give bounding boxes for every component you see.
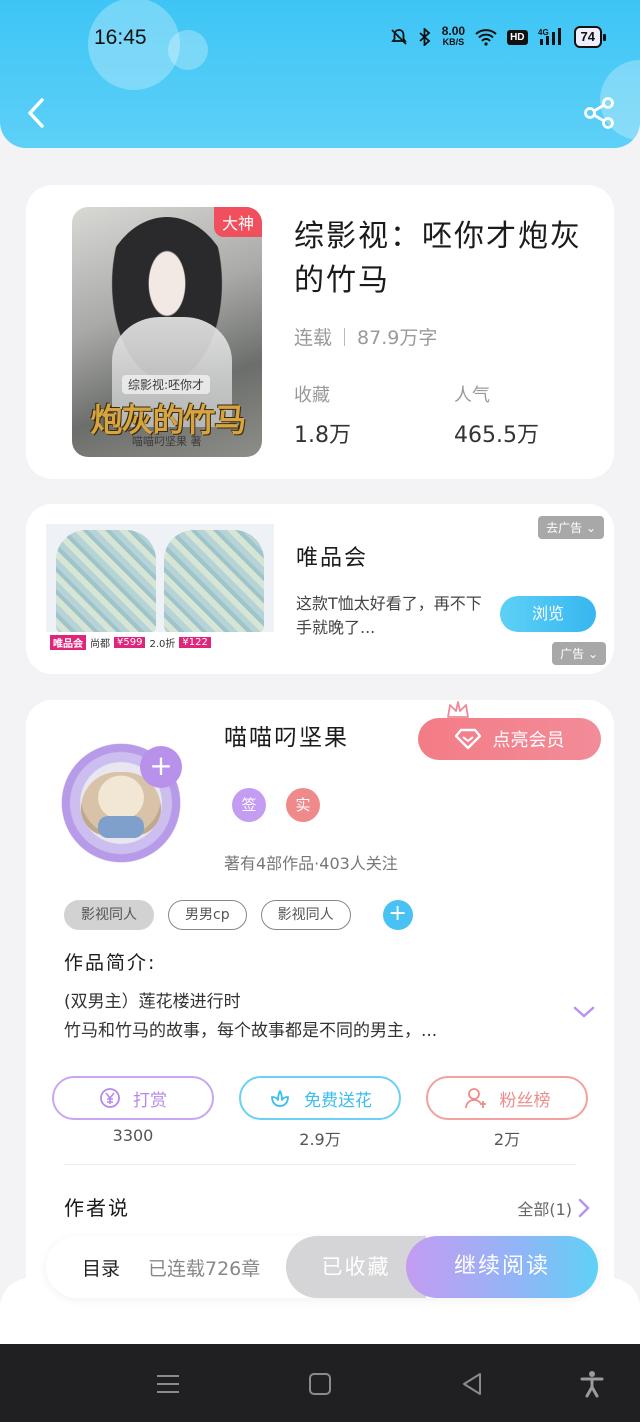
fans-count: 2万 [493, 1130, 521, 1149]
reading-bar: 目录 已连载726章 已收藏 继续阅读 [46, 1236, 598, 1298]
tag-item[interactable]: 男男cp [168, 900, 247, 930]
continue-reading-button[interactable]: 继续阅读 [406, 1236, 598, 1298]
ad-img-sale-price: ¥122 [179, 636, 211, 648]
intro-title: 作品简介: [64, 952, 157, 974]
ad-description: 这款T恤太好看了，再不下手就晚了... [296, 594, 482, 637]
vip-label: 点亮会员 [492, 730, 565, 751]
view-all-link[interactable]: 全部(1) [517, 1196, 590, 1220]
favorites-label: 收藏 [294, 385, 330, 406]
hd-badge: HD [507, 29, 528, 45]
chapter-count: 已连载726章 [148, 1258, 261, 1280]
svg-text:4G: 4G [538, 28, 549, 37]
tag-item[interactable]: 影视同人 [260, 900, 351, 930]
popularity-stat: 人气 465.5万 [454, 381, 539, 449]
vip-button[interactable]: 点亮会员 [418, 718, 601, 760]
ad-label[interactable]: 广告 ⌄ [552, 642, 606, 665]
ad-img-price: ¥599 [114, 636, 146, 648]
ad-brand: 唯品会 [296, 546, 369, 571]
bluetooth-icon [419, 28, 431, 46]
wifi-icon [475, 29, 497, 46]
free-flower-button[interactable]: 免费送花 [239, 1076, 401, 1120]
tag-item[interactable]: 影视同人 [64, 900, 154, 930]
share-icon[interactable] [582, 96, 616, 130]
cover-author: 喵喵叼坚果 著 [132, 435, 202, 448]
view-all-label: 全部(1) [517, 1200, 572, 1219]
status-time: 16:45 [94, 26, 147, 49]
fans-label: 粉丝榜 [499, 1090, 551, 1111]
ad-img-shop: 尚都 [90, 638, 110, 650]
chevron-right-icon [578, 1198, 590, 1218]
network-speed: 8.00 KB/S [441, 24, 466, 47]
book-title: 综影视：呸你才炮灰的竹马 [294, 219, 582, 298]
favorites-value: 1.8万 [294, 423, 351, 448]
flower-icon [271, 1090, 289, 1107]
back-triangle-icon[interactable] [458, 1370, 486, 1398]
popularity-value: 465.5万 [454, 423, 539, 448]
favorites-stat: 收藏 1.8万 [294, 381, 351, 449]
ad-image-strip: 唯品会 尚都 ¥599 2.0折 ¥122 [46, 632, 274, 652]
home-icon[interactable] [306, 1370, 334, 1398]
intro-text: (双男主）莲花楼进行时 竹马和竹马的故事，每个故事都是不同的男主，... [64, 988, 564, 1046]
book-meta: 连载 87.9万字 [294, 323, 437, 350]
ad-shirt-left [56, 530, 156, 634]
remove-ad-button[interactable]: 去广告 ⌄ [538, 516, 604, 539]
menu-icon[interactable] [154, 1370, 182, 1398]
flower-label: 免费送花 [304, 1090, 372, 1111]
yuan-coin-icon [100, 1088, 120, 1108]
reward-count: 3300 [112, 1126, 154, 1145]
author-name: 喵喵叼坚果 [224, 725, 349, 751]
ad-browse-button[interactable]: 浏览 [500, 596, 596, 632]
accessibility-icon[interactable] [578, 1370, 606, 1398]
back-icon[interactable] [22, 94, 52, 132]
diamond-icon [454, 728, 481, 750]
intro-line: 竹马和竹马的故事，每个故事都是不同的男主，... [64, 1021, 438, 1041]
tag-list: 影视同人 男男cp 影视同人 + [64, 900, 413, 930]
author-say-title: 作者说 [64, 1196, 130, 1220]
cover-badge: 大神 [213, 207, 262, 237]
decor-bubble [168, 30, 208, 70]
meta-divider [344, 327, 346, 346]
avatar-bow [98, 816, 144, 838]
toc-button[interactable]: 目录 [82, 1254, 120, 1281]
word-count: 87.9万字 [357, 327, 438, 349]
ad-image[interactable]: 唯品会 尚都 ¥599 2.0折 ¥122 [46, 524, 274, 652]
ad-img-brand: 唯品会 [50, 634, 86, 650]
mute-bell-icon [390, 29, 407, 45]
intro-line: (双男主）莲花楼进行时 [64, 992, 241, 1012]
user-icon [464, 1088, 486, 1109]
system-nav-bar [0, 1344, 640, 1422]
status-icons: 8.00 KB/S HD 4G 74 [390, 24, 607, 48]
ad-shirt-right [164, 530, 264, 634]
popularity-label: 人气 [454, 385, 490, 406]
add-tag-button[interactable]: + [382, 900, 413, 930]
ad-card[interactable]: 唯品会 尚都 ¥599 2.0折 ¥122 唯品会 这款T恤太好看了，再不下手就… [26, 504, 614, 674]
header: 16:45 8.00 KB/S HD 4G 74 [0, 0, 640, 148]
fans-rank-button[interactable]: 粉丝榜 [426, 1076, 588, 1120]
chevron-down-icon[interactable] [572, 1004, 596, 1020]
follow-plus-button[interactable]: + [140, 746, 182, 788]
reward-label: 打赏 [133, 1090, 167, 1111]
divider [64, 1164, 576, 1165]
collected-button[interactable]: 已收藏 [286, 1236, 426, 1298]
reward-button[interactable]: 打赏 [52, 1076, 214, 1120]
book-status: 连载 [294, 327, 333, 349]
cover-subtitle: 综影视:呸你才 [122, 375, 211, 394]
ad-img-discount: 2.0折 [149, 638, 176, 650]
battery-indicator: 74 [573, 26, 607, 48]
signed-badge: 签 [232, 788, 266, 822]
verified-badge: 实 [286, 788, 320, 822]
flower-count: 2.9万 [299, 1130, 341, 1149]
book-info-card: 大神 综影视:呸你才 炮灰的竹马 喵喵叼坚果 著 综影视：呸你才炮灰的竹马 连载… [26, 185, 614, 479]
book-cover[interactable]: 大神 综影视:呸你才 炮灰的竹马 喵喵叼坚果 著 [72, 207, 262, 457]
author-stats: 著有4部作品·403人关注 [224, 854, 398, 873]
signal-icon: 4G [538, 28, 561, 45]
crown-icon [447, 701, 469, 718]
